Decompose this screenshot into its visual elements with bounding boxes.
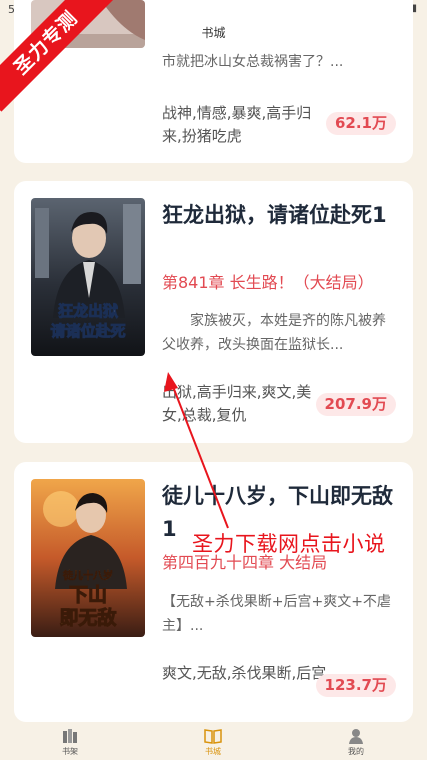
annotation-arrow [164, 372, 229, 529]
watermark-caption: 圣力下载网点击小说 [192, 532, 386, 556]
